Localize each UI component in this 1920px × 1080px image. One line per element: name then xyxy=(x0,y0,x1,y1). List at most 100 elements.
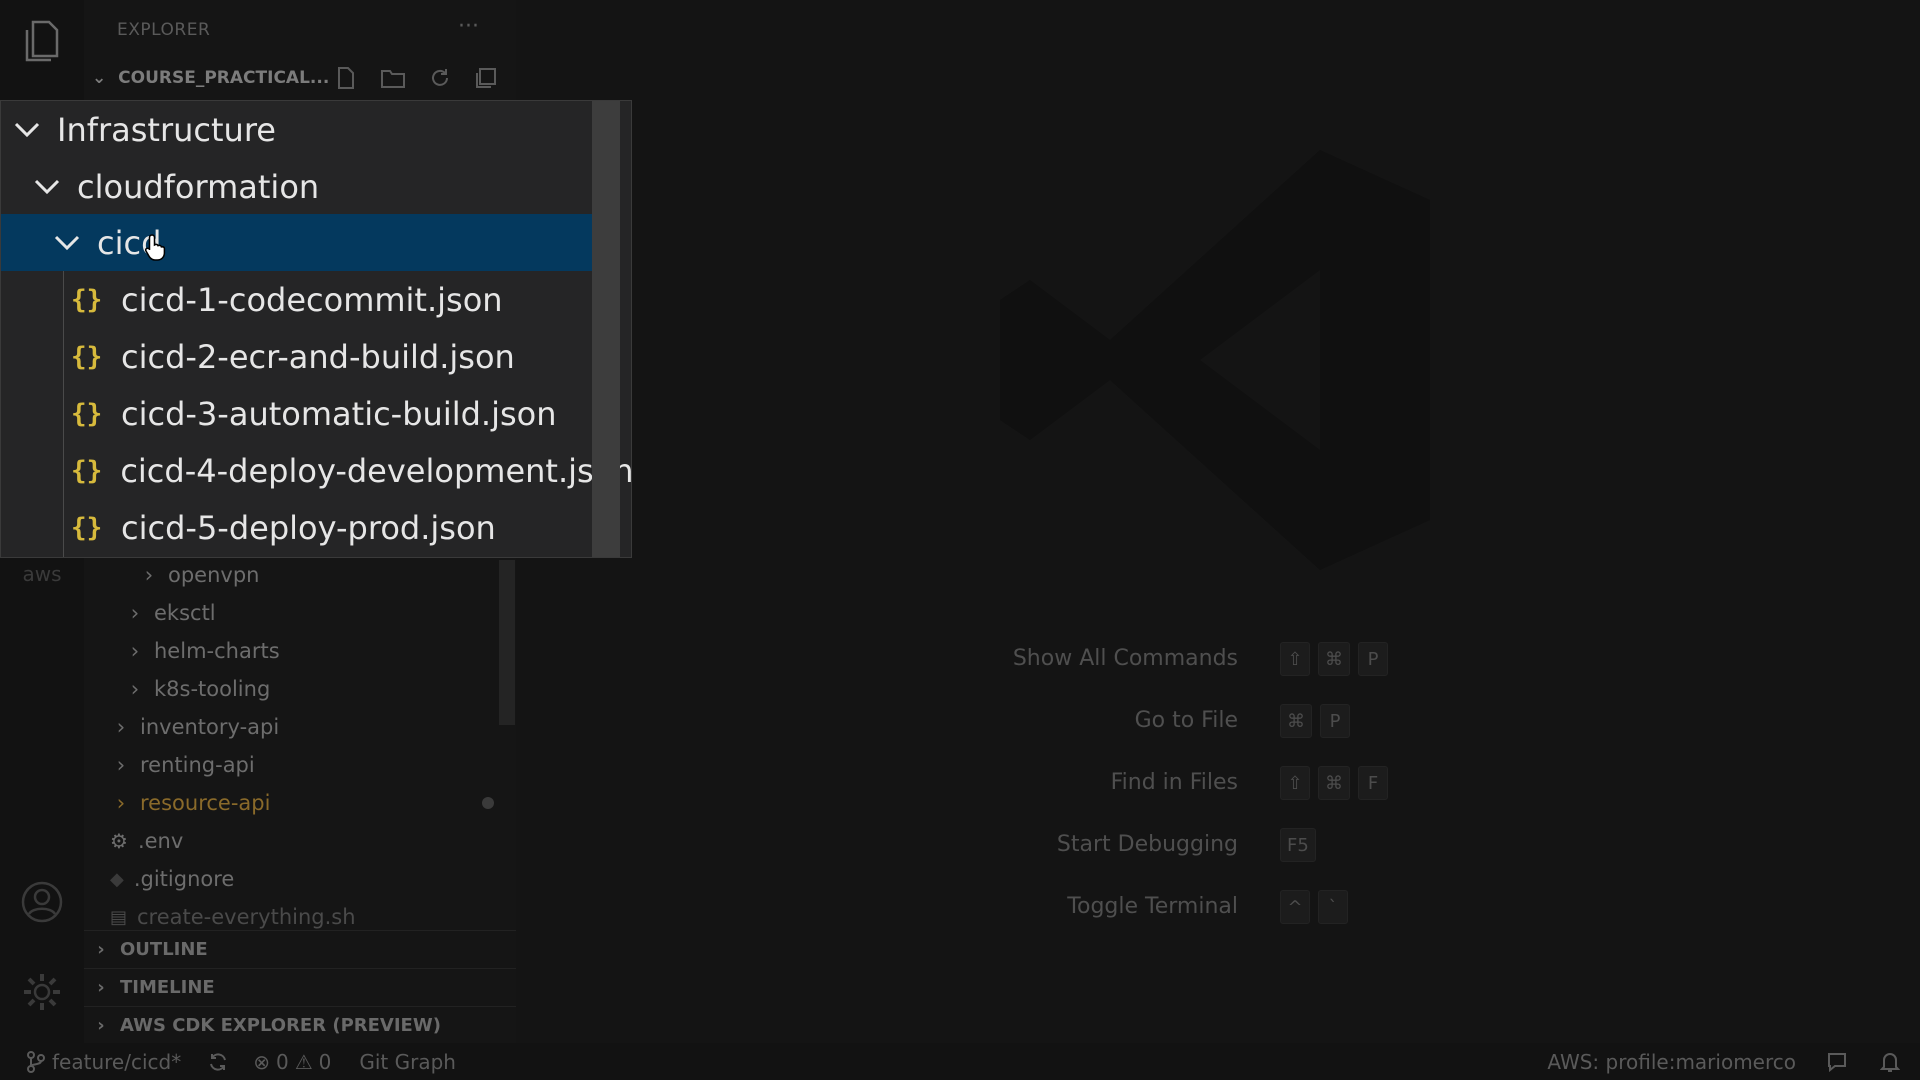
gear-icon[interactable] xyxy=(0,970,84,1014)
feedback-icon xyxy=(1828,1052,1846,1072)
notifications-button[interactable] xyxy=(1880,1051,1900,1073)
tree-item-label: cicd-5-deploy-prod.json xyxy=(121,508,496,547)
new-folder-icon[interactable] xyxy=(380,66,406,90)
chevron-right-icon: › xyxy=(116,791,126,815)
tree-item-label: renting-api xyxy=(140,753,255,777)
key: ^ xyxy=(1280,890,1310,924)
key: ⌘ xyxy=(1280,704,1312,738)
tree-item-label: cicd-2-ecr-and-build.json xyxy=(121,337,515,376)
aws-label: aws xyxy=(22,562,62,586)
error-count: 0 xyxy=(275,1049,289,1074)
tree-item-label: inventory-api xyxy=(140,715,280,739)
tree-item-label: eksctl xyxy=(154,601,216,625)
branch-name: feature/cicd* xyxy=(52,1049,182,1074)
git-graph-button[interactable]: Git Graph xyxy=(359,1050,456,1074)
explorer-title: EXPLORER xyxy=(117,20,211,40)
key: ⇧ xyxy=(1280,766,1310,800)
chevron-right-icon: › xyxy=(130,601,140,625)
git-file-icon: ◆ xyxy=(110,868,124,890)
vscode-logo-watermark xyxy=(990,140,1450,584)
tree-item-label: resource-api xyxy=(140,791,271,815)
tree-folder-openvpn[interactable]: › openvpn xyxy=(142,556,260,594)
chevron-right-icon: › xyxy=(97,1014,105,1036)
tree-item-label: Infrastructure xyxy=(57,110,276,149)
json-file-icon: {} xyxy=(71,398,103,429)
timeline-section[interactable]: › TIMELINE xyxy=(84,968,516,1005)
branch-indicator[interactable]: feature/cicd* xyxy=(26,1050,181,1074)
tree-file-cicd-5[interactable]: {} cicd-5-deploy-prod.json xyxy=(1,499,618,556)
shortcut-show-all-commands: Show All Commands ⇧ ⌘ P xyxy=(980,640,1460,680)
chevron-right-icon: › xyxy=(116,715,126,739)
key: P xyxy=(1320,704,1350,738)
warning-count: 0 xyxy=(318,1049,332,1074)
tree-folder-renting-api[interactable]: › renting-api xyxy=(114,746,255,784)
aws-profile-indicator[interactable]: AWS: profile:mariomerco xyxy=(1547,1050,1796,1074)
aws-cdk-explorer-section[interactable]: › AWS CDK EXPLORER (PREVIEW) xyxy=(84,1006,516,1043)
problems-indicator[interactable]: ⊗ 0 ⚠ 0 xyxy=(253,1050,331,1074)
modified-dot-icon xyxy=(482,797,494,809)
json-file-icon: {} xyxy=(71,512,103,543)
explorer-header-actions xyxy=(334,66,498,90)
tree-folder-k8s-tooling[interactable]: › k8s-tooling xyxy=(128,670,270,708)
aws-profile-label: AWS: profile:mariomerco xyxy=(1547,1049,1796,1074)
tree-folder-cicd[interactable]: cicd xyxy=(1,214,618,271)
tree-folder-inventory-api[interactable]: › inventory-api xyxy=(114,708,279,746)
tree-item-label: helm-charts xyxy=(154,639,280,663)
shell-file-icon: ▤ xyxy=(110,906,128,928)
zoom-scrollbar[interactable] xyxy=(592,101,620,557)
refresh-icon[interactable] xyxy=(428,66,452,90)
shortcut-label: Toggle Terminal xyxy=(1067,894,1238,919)
section-label: OUTLINE xyxy=(120,938,208,960)
shortcut-label: Start Debugging xyxy=(1056,832,1238,857)
shortcut-start-debugging: Start Debugging F5 xyxy=(980,826,1460,866)
tree-item-label: .gitignore xyxy=(133,867,235,891)
tree-folder-resource-api[interactable]: › resource-api xyxy=(114,784,494,822)
sync-button[interactable] xyxy=(207,1051,229,1073)
section-label: TIMELINE xyxy=(120,976,215,998)
json-file-icon: {} xyxy=(71,341,103,372)
new-file-icon[interactable] xyxy=(334,66,358,90)
shortcut-label: Find in Files xyxy=(1110,770,1238,795)
tree-item-label: cloudformation xyxy=(77,167,320,206)
account-icon[interactable] xyxy=(0,880,84,924)
key: P xyxy=(1358,642,1388,676)
tree-folder-eksctl[interactable]: › eksctl xyxy=(128,594,216,632)
chevron-right-icon: › xyxy=(144,563,154,587)
tree-item-label: cicd-3-automatic-build.json xyxy=(121,394,557,433)
sidebar-scrollbar[interactable] xyxy=(499,560,515,725)
tree-file-cicd-3[interactable]: {} cicd-3-automatic-build.json xyxy=(1,385,618,442)
tree-file-cicd-1[interactable]: {} cicd-1-codecommit.json xyxy=(1,271,618,328)
shortcut-go-to-file: Go to File ⌘ P xyxy=(980,702,1460,742)
workspace-folder-header[interactable]: ⌄ COURSE_PRACTICAL... xyxy=(92,68,329,88)
shortcut-label: Show All Commands xyxy=(1012,646,1238,671)
outline-section[interactable]: › OUTLINE xyxy=(84,930,516,967)
tree-folder-infrastructure[interactable]: Infrastructure xyxy=(1,101,618,158)
tree-folder-cloudformation[interactable]: cloudformation xyxy=(1,158,618,215)
zoomed-explorer-panel: Infrastructure cloudformation cicd {} ci… xyxy=(0,100,632,558)
gear-file-icon: ⚙ xyxy=(110,829,128,853)
chevron-down-icon xyxy=(33,178,61,196)
tree-file-cicd-4[interactable]: {} cicd-4-deploy-development.json xyxy=(1,442,631,499)
key: F5 xyxy=(1280,828,1316,862)
tree-file-env[interactable]: ⚙ .env xyxy=(110,822,183,860)
tree-file-cicd-2[interactable]: {} cicd-2-ecr-and-build.json xyxy=(1,328,618,385)
json-file-icon: {} xyxy=(71,284,103,315)
aws-icon[interactable]: aws xyxy=(0,562,84,586)
collapse-all-icon[interactable] xyxy=(474,66,498,90)
chevron-down-icon: ⌄ xyxy=(92,68,107,88)
tree-item-label: cicd-4-deploy-development.json xyxy=(120,451,632,490)
key: ` xyxy=(1318,890,1348,924)
shortcut-label: Go to File xyxy=(1134,708,1238,733)
feedback-button[interactable] xyxy=(1826,1051,1848,1073)
tree-folder-helm-charts[interactable]: › helm-charts xyxy=(128,632,280,670)
tree-item-label: .env xyxy=(137,829,184,853)
json-file-icon: {} xyxy=(71,455,103,486)
more-actions-button[interactable]: ··· xyxy=(458,14,479,39)
key: ⌘ xyxy=(1318,766,1350,800)
tree-item-label: create-everything.sh xyxy=(137,905,356,929)
chevron-down-icon xyxy=(53,234,81,252)
chevron-right-icon: › xyxy=(97,976,105,998)
explorer-icon[interactable] xyxy=(0,18,84,64)
chevron-right-icon: › xyxy=(130,677,140,701)
tree-file-gitignore[interactable]: ◆ .gitignore xyxy=(110,860,234,898)
